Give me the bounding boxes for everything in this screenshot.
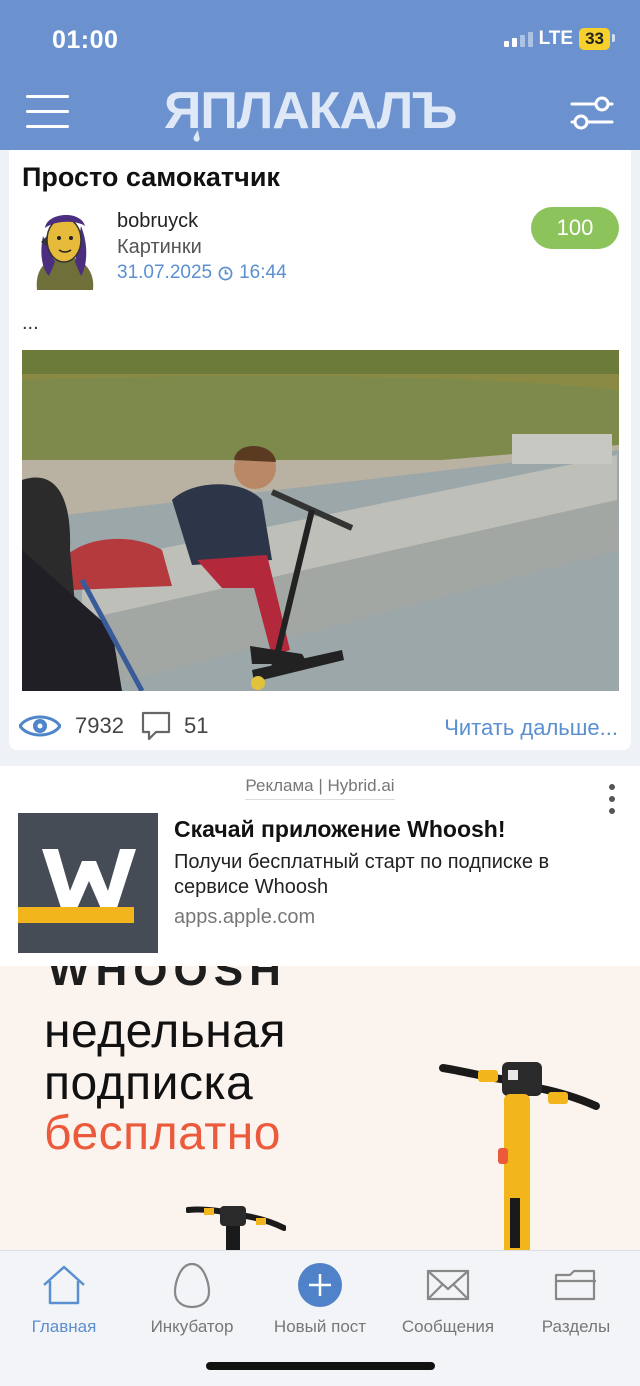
- eye-icon: [19, 715, 61, 737]
- plus-circle-icon: [298, 1263, 342, 1307]
- network-type: LTE: [538, 28, 574, 49]
- tab-incubator-label: Инкубатор: [150, 1317, 234, 1336]
- clock-icon: [218, 266, 233, 280]
- ad-banner[interactable]: WHOOSH недельная подписка бесплатно: [0, 966, 640, 1250]
- ad-label: Реклама | Hybrid.ai: [0, 776, 640, 800]
- tab-messages[interactable]: Сообщения: [384, 1261, 512, 1337]
- author-avatar[interactable]: [29, 206, 99, 290]
- tab-new-post-label: Новый пост: [273, 1317, 367, 1336]
- egg-icon: [173, 1262, 211, 1309]
- post-stats: 7932 51: [19, 710, 208, 742]
- ad-domain: apps.apple.com: [174, 906, 316, 928]
- banner-brand: WHOOSH: [48, 966, 287, 995]
- battery-indicator: 33: [579, 28, 615, 50]
- envelope-icon: [426, 1269, 470, 1301]
- post-excerpt: ...: [22, 312, 39, 334]
- filter-sliders-icon[interactable]: [570, 96, 614, 130]
- tab-home-label: Главная: [31, 1317, 97, 1336]
- status-indicators: LTE 33: [503, 28, 615, 50]
- post-date: 31.07.2025: [117, 262, 213, 283]
- author-name[interactable]: bobruyck: [117, 210, 198, 233]
- tab-home[interactable]: Главная: [0, 1261, 128, 1337]
- views-count: 7932: [75, 713, 124, 738]
- post-category[interactable]: Картинки: [117, 236, 202, 259]
- banner-line-1: недельная: [44, 1005, 286, 1058]
- app-header: 01:00 LTE 33 ЯПЛАКАЛЪ: [0, 0, 640, 150]
- scooter-small-illustration: [186, 1206, 286, 1250]
- rating-badge[interactable]: 100: [531, 207, 619, 249]
- tab-incubator[interactable]: Инкубатор: [128, 1261, 256, 1337]
- signal-icon: [503, 31, 533, 47]
- logo-text: ЯПЛАКАЛЪ: [164, 82, 456, 140]
- whoosh-logo[interactable]: [18, 813, 158, 953]
- hamburger-icon[interactable]: [26, 95, 69, 129]
- tab-new-post[interactable]: Новый пост: [256, 1261, 384, 1337]
- home-icon: [43, 1265, 85, 1305]
- ad-title[interactable]: Скачай приложение Whoosh!: [174, 816, 506, 843]
- scooter-illustration: [439, 1062, 600, 1250]
- tab-sections-label: Разделы: [541, 1317, 611, 1336]
- post-datetime: 31.07.2025 16:44: [117, 262, 287, 284]
- post-time: 16:44: [239, 262, 287, 283]
- post-photo[interactable]: [22, 350, 619, 691]
- folder-icon: [554, 1269, 596, 1301]
- comments-count[interactable]: 51: [184, 713, 208, 739]
- more-vertical-icon[interactable]: [607, 784, 617, 818]
- ad-label-text: Реклама | Hybrid.ai: [245, 776, 395, 800]
- comment-icon[interactable]: [140, 710, 172, 742]
- banner-line-2: подписка: [44, 1057, 254, 1110]
- tab-sections[interactable]: Разделы: [512, 1261, 640, 1337]
- ad-text: Получи бесплатный старт по подписке в се…: [174, 851, 550, 898]
- site-logo[interactable]: ЯПЛАКАЛЪ: [162, 80, 480, 142]
- post-card[interactable]: Просто самокатчик bobruyck Картинки 31.0…: [9, 150, 631, 750]
- home-indicator[interactable]: [206, 1362, 435, 1370]
- post-title[interactable]: Просто самокатчик: [22, 162, 280, 193]
- status-time: 01:00: [52, 26, 119, 54]
- ad-block[interactable]: Реклама | Hybrid.ai Скачай приложение Wh…: [0, 766, 640, 966]
- tab-messages-label: Сообщения: [401, 1317, 495, 1336]
- banner-line-3: бесплатно: [44, 1107, 281, 1160]
- read-more-link[interactable]: Читать дальше...: [444, 715, 618, 741]
